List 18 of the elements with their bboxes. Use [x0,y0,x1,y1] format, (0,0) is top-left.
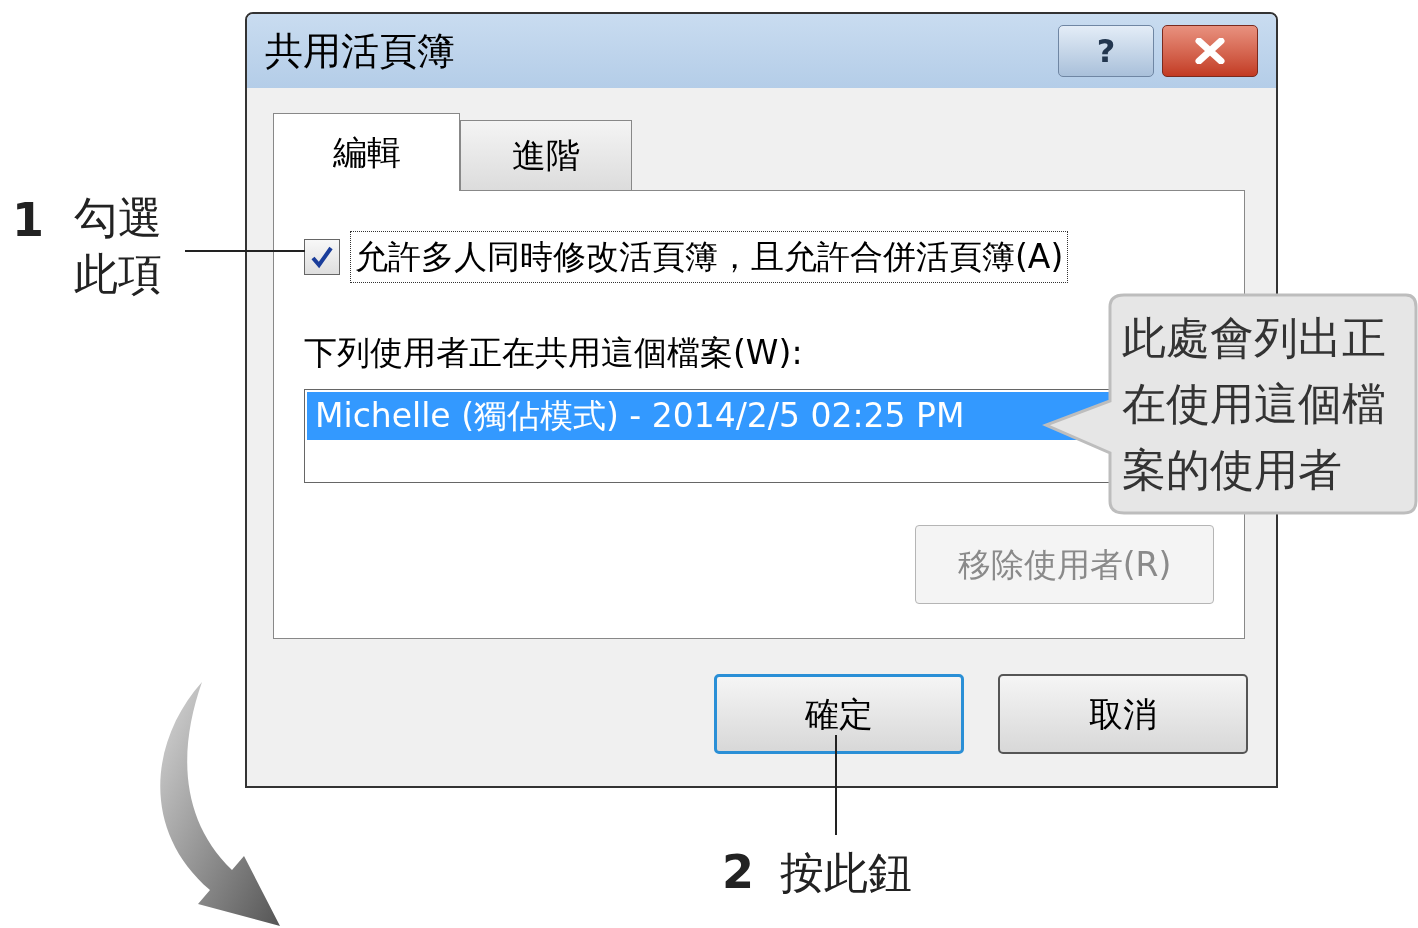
step-number: 2 [722,844,754,901]
users-label: 下列使用者正在共用這個檔案(W): [304,332,803,374]
step-label: 此項 [74,247,162,301]
checkbox-label[interactable]: 允許多人同時修改活頁簿，且允許合併活頁簿(A) [350,231,1069,283]
step-label: 勾選 [74,191,162,245]
close-button[interactable] [1162,25,1258,77]
step-label: 按此鈕 [780,845,912,900]
step-number: 1 [12,192,44,249]
ok-button[interactable]: 確定 [714,674,964,754]
close-icon [1195,38,1225,64]
window-title: 共用活頁簿 [265,27,455,75]
checkbox[interactable] [304,239,340,275]
tab[interactable]: 進階 [460,120,632,190]
callout-text: 此處會列出正 [1122,311,1386,365]
tab[interactable]: 編輯 [273,113,460,191]
check-icon [310,245,334,269]
help-button[interactable]: ? [1058,25,1154,77]
cancel-button[interactable]: 取消 [998,674,1248,754]
